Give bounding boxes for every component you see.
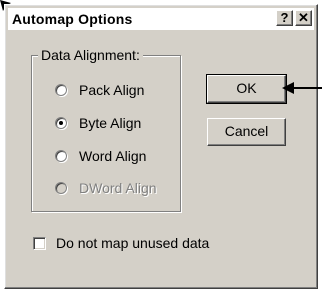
radio-button-disabled — [55, 182, 67, 194]
radio-button[interactable] — [55, 84, 67, 96]
page: Automap Options ? ✕ Data Alignment: Pack… — [0, 0, 322, 293]
checkbox[interactable] — [33, 236, 46, 250]
radio-dword-align: DWord Align — [55, 178, 157, 198]
left-arrow-icon — [282, 82, 322, 94]
radio-pack-align[interactable]: Pack Align — [55, 80, 144, 100]
radio-label: Word Align — [79, 148, 147, 164]
radio-word-align[interactable]: Word Align — [55, 146, 146, 166]
radio-label: DWord Align — [79, 180, 157, 196]
ok-button[interactable]: OK — [206, 74, 287, 104]
radio-byte-align[interactable]: Byte Align — [55, 113, 141, 133]
data-alignment-label: Data Alignment: — [38, 47, 143, 63]
window-title: Automap Options — [12, 11, 133, 27]
title-bar[interactable]: Automap Options ? ✕ — [8, 8, 314, 30]
radio-label: Byte Align — [79, 115, 142, 131]
help-button[interactable]: ? — [276, 10, 293, 26]
radio-label: Pack Align — [79, 82, 145, 98]
checkbox-label: Do not map unused data — [56, 235, 210, 251]
cancel-button[interactable]: Cancel — [207, 118, 286, 146]
radio-button-selected[interactable] — [55, 117, 67, 129]
radio-button[interactable] — [55, 150, 67, 162]
do-not-map-unused-data-option[interactable]: Do not map unused data — [33, 233, 209, 253]
close-button[interactable]: ✕ — [295, 10, 312, 26]
